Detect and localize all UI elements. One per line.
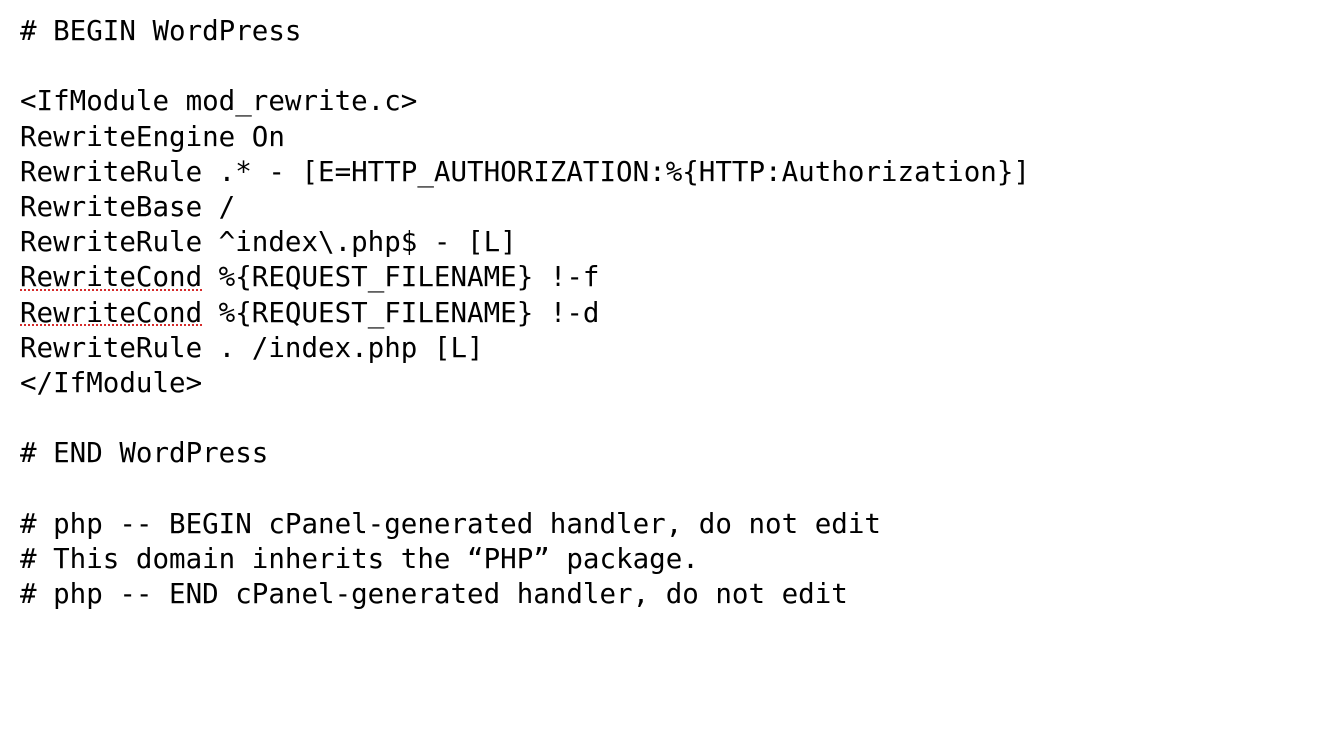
- code-line: RewriteRule ^index\.php$ - [L]: [20, 226, 517, 258]
- code-line: RewriteEngine On: [20, 121, 285, 153]
- code-text: RewriteRule .* - [E=HTTP_AUTHORIZATION:%…: [20, 156, 1030, 188]
- code-line: # BEGIN WordPress: [20, 15, 301, 47]
- code-text: <IfModule mod_rewrite.c>: [20, 85, 417, 117]
- code-line: <IfModule mod_rewrite.c>: [20, 85, 417, 117]
- code-text: </IfModule>: [20, 367, 202, 399]
- code-line: RewriteCond %{REQUEST_FILENAME} !-f: [20, 261, 599, 293]
- code-line: # php -- BEGIN cPanel-generated handler,…: [20, 508, 881, 540]
- code-line: # php -- END cPanel-generated handler, d…: [20, 578, 848, 610]
- code-line: # END WordPress: [20, 437, 268, 469]
- code-text: %{REQUEST_FILENAME} !-d: [202, 297, 599, 329]
- code-text: # BEGIN WordPress: [20, 15, 301, 47]
- code-line: </IfModule>: [20, 367, 202, 399]
- code-line: RewriteRule .* - [E=HTTP_AUTHORIZATION:%…: [20, 156, 1030, 188]
- code-text: %{REQUEST_FILENAME} !-f: [202, 261, 599, 293]
- spellcheck-underline: RewriteCond: [20, 261, 202, 293]
- code-text: # php -- END cPanel-generated handler, d…: [20, 578, 848, 610]
- code-text: RewriteRule . /index.php [L]: [20, 332, 484, 364]
- code-text: RewriteEngine On: [20, 121, 285, 153]
- code-text: RewriteRule ^index\.php$ - [L]: [20, 226, 517, 258]
- code-text: # This domain inherits the “PHP” package…: [20, 543, 699, 575]
- code-text: RewriteBase /: [20, 191, 235, 223]
- spellcheck-underline: RewriteCond: [20, 297, 202, 329]
- code-line: # This domain inherits the “PHP” package…: [20, 543, 699, 575]
- code-text: # php -- BEGIN cPanel-generated handler,…: [20, 508, 881, 540]
- code-line: RewriteCond %{REQUEST_FILENAME} !-d: [20, 297, 599, 329]
- code-line: RewriteRule . /index.php [L]: [20, 332, 484, 364]
- code-text: # END WordPress: [20, 437, 268, 469]
- htaccess-code-block: # BEGIN WordPress <IfModule mod_rewrite.…: [20, 14, 1312, 612]
- code-line: RewriteBase /: [20, 191, 235, 223]
